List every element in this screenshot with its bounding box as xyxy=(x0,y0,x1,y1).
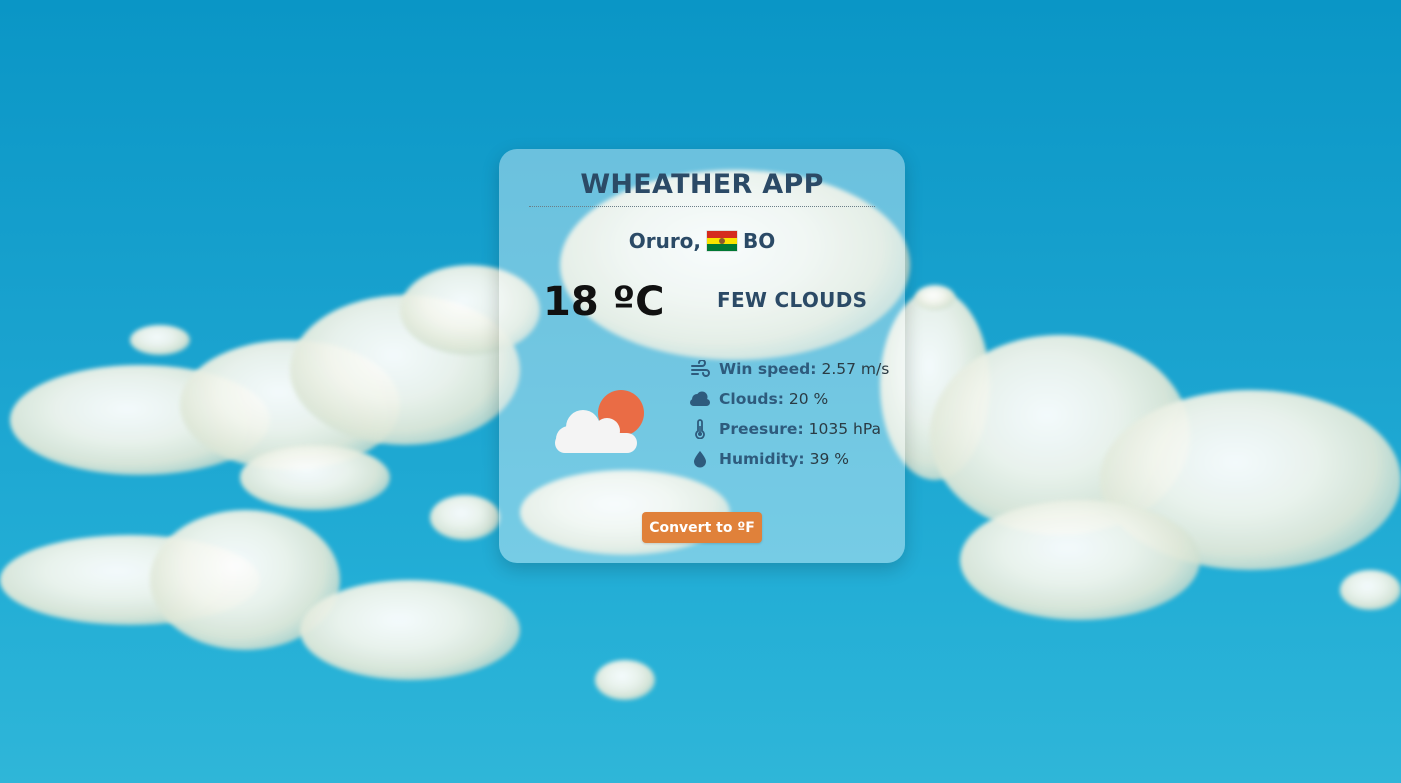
stat-value: 20 % xyxy=(788,390,829,408)
stat-value: 39 % xyxy=(809,450,849,468)
stat-label: Clouds: xyxy=(719,390,784,408)
stat-wind-speed: Win speed: 2.57 m/s xyxy=(689,354,889,384)
stat-value: 2.57 m/s xyxy=(821,360,890,378)
stat-label: Humidity: xyxy=(719,450,805,468)
stat-label: Win speed: xyxy=(719,360,817,378)
thermometer-icon xyxy=(689,419,711,439)
bolivia-flag-icon xyxy=(707,231,738,251)
app-title: WHEATHER APP xyxy=(580,169,824,200)
location: Oruro, BO xyxy=(499,229,905,253)
convert-to-fahrenheit-button[interactable]: Convert to ºF xyxy=(642,512,762,543)
weather-card: WHEATHER APP Oruro, BO 18 ºC FEW CLOUDS xyxy=(499,149,905,563)
water-drop-icon xyxy=(689,449,711,469)
stat-clouds: Clouds: 20 % xyxy=(689,384,889,414)
stat-humidity: Humidity: 39 % xyxy=(689,444,889,474)
few-clouds-day-icon xyxy=(555,390,644,453)
weather-stats: Win speed: 2.57 m/s Clouds: 20 % Preesur… xyxy=(689,354,889,474)
stat-value: 1035 hPa xyxy=(808,420,882,438)
stat-pressure: Preesure: 1035 hPa xyxy=(689,414,889,444)
cloud-icon xyxy=(689,389,711,409)
location-country: BO xyxy=(743,229,776,253)
wind-icon xyxy=(689,359,711,379)
temperature: 18 ºC xyxy=(543,279,665,325)
location-city: Oruro, xyxy=(628,229,702,253)
title-divider xyxy=(529,206,875,207)
stat-label: Preesure: xyxy=(719,420,804,438)
weather-description: FEW CLOUDS xyxy=(717,288,868,312)
